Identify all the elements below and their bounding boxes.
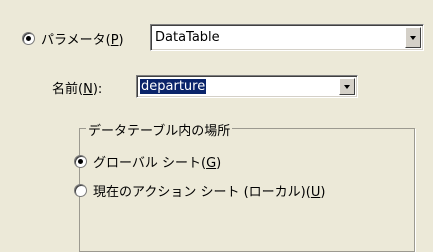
chevron-down-icon[interactable] (339, 78, 355, 95)
name-dropdown[interactable]: departure (136, 75, 358, 98)
parameter-type-value: DataTable (155, 30, 220, 45)
name-value[interactable]: departure (140, 79, 207, 94)
chevron-down-icon[interactable] (405, 27, 421, 48)
parameter-type-dropdown[interactable]: DataTable (150, 24, 424, 51)
name-label: 名前(N): (52, 82, 103, 97)
parameter-radio-label[interactable]: パラメータ(P) (41, 29, 124, 48)
global-sheet-radio[interactable] (74, 155, 87, 168)
parameter-radio[interactable] (22, 32, 35, 45)
global-sheet-label[interactable]: グローバル シート(G) (93, 152, 221, 171)
current-action-sheet-label[interactable]: 現在のアクション シート (ローカル)(U) (93, 181, 325, 200)
datatable-location-title: データテーブル内の場所 (86, 120, 233, 139)
current-action-sheet-radio[interactable] (74, 184, 87, 197)
